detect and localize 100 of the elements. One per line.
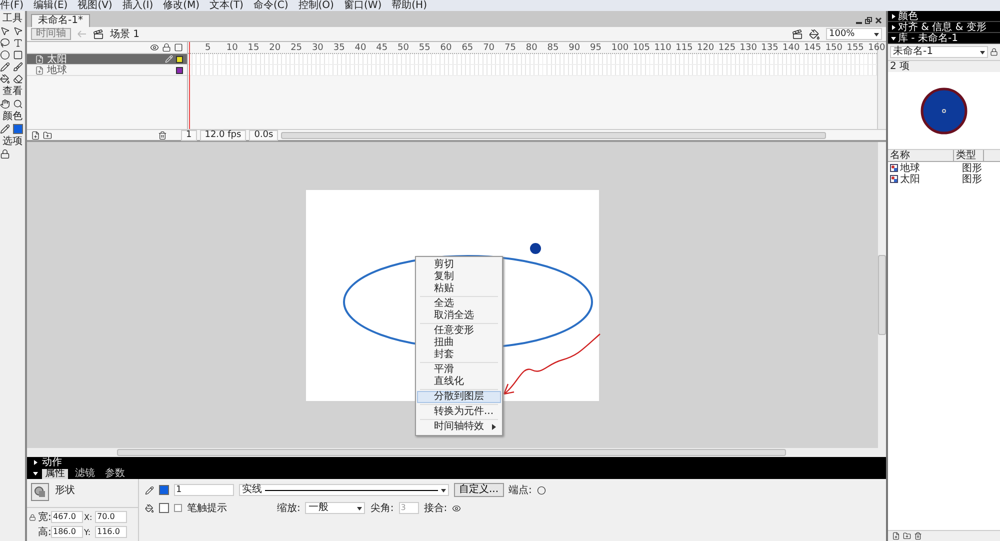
- add-folder-icon[interactable]: [43, 130, 52, 140]
- menu-item[interactable]: 修改(M): [163, 0, 200, 11]
- scale-dropdown[interactable]: 一般: [305, 502, 366, 514]
- rectangle-tool-icon[interactable]: [13, 50, 23, 60]
- stroke-color-swatch[interactable]: [159, 485, 169, 495]
- menu-item[interactable]: 封套: [417, 348, 501, 360]
- frame-number: 35: [333, 42, 346, 53]
- panel-title: 库 - 未命名-1: [898, 32, 958, 44]
- layer-icon[interactable]: [35, 66, 44, 74]
- zoom-tool-icon[interactable]: [13, 99, 23, 109]
- frame-number: 160: [868, 42, 886, 53]
- pencil-tool-icon[interactable]: [0, 62, 10, 72]
- timeline-button[interactable]: 时间轴: [31, 28, 71, 40]
- outline-icon[interactable]: [174, 43, 183, 52]
- restore-icon[interactable]: [865, 17, 872, 24]
- menu-item[interactable]: 直线化: [417, 376, 501, 388]
- close-icon[interactable]: [875, 17, 882, 24]
- new-folder-icon[interactable]: [903, 532, 911, 540]
- stroke-icon[interactable]: [145, 486, 154, 494]
- lock-icon[interactable]: [29, 514, 36, 520]
- frame-number: 30: [312, 42, 324, 53]
- panel-header[interactable]: 对齐 & 信息 & 变形: [888, 22, 1000, 33]
- document-tab[interactable]: 未命名-1*: [31, 14, 90, 27]
- stroke-color-icon[interactable]: [0, 124, 10, 134]
- panel-header[interactable]: 动作: [27, 457, 886, 468]
- layer-row[interactable]: 太阳: [27, 54, 187, 65]
- symbol-preview-drawing: [920, 86, 968, 134]
- panel-tab[interactable]: 滤镜: [72, 468, 98, 478]
- custom-button[interactable]: 自定义...: [454, 483, 504, 497]
- menu-item[interactable]: 插入(I): [122, 0, 154, 11]
- menu-item[interactable]: 分散到图层: [417, 390, 501, 402]
- layer-row[interactable]: 地球: [27, 65, 187, 76]
- panel-header[interactable]: 库 - 未命名-1: [888, 33, 1000, 44]
- scene-icon[interactable]: [93, 28, 104, 40]
- fill-color-swatch[interactable]: [13, 124, 23, 134]
- panel-tab[interactable]: 参数: [102, 468, 128, 478]
- oval-tool-icon[interactable]: [0, 50, 10, 60]
- width-label: 宽:: [38, 510, 50, 524]
- lock-icon[interactable]: [162, 43, 171, 52]
- item-type: 图形: [962, 172, 982, 186]
- edit-scene-icon[interactable]: [792, 28, 803, 40]
- panel-header[interactable]: 颜色: [888, 11, 1000, 22]
- menu-item[interactable]: 粘贴: [417, 282, 501, 294]
- menu-item[interactable]: 编辑(E): [34, 0, 68, 11]
- add-layer-icon[interactable]: [31, 130, 40, 140]
- fill-icon[interactable]: [145, 504, 154, 512]
- menu-item[interactable]: 取消全选: [417, 310, 501, 322]
- new-symbol-icon[interactable]: [892, 532, 900, 540]
- graphic-symbol-icon: [890, 164, 898, 172]
- menu-item[interactable]: 件(F): [0, 0, 24, 11]
- x-field[interactable]: 70.0: [95, 511, 127, 523]
- eraser-tool-icon[interactable]: [13, 74, 23, 84]
- frame-number: 20: [269, 42, 282, 53]
- library-item[interactable]: 地球 图形: [888, 162, 1000, 173]
- brush-tool-icon[interactable]: [13, 62, 23, 72]
- scrollbar[interactable]: [27, 448, 886, 457]
- menu-item[interactable]: 视图(V): [78, 0, 112, 11]
- delete-icon[interactable]: [158, 130, 167, 140]
- checkbox[interactable]: [174, 504, 182, 512]
- stroke-height-field[interactable]: 1: [174, 484, 234, 496]
- frame-number: 45: [376, 42, 389, 53]
- scene-label[interactable]: 场景 1: [110, 27, 140, 41]
- caret-icon: [357, 506, 362, 510]
- width-field[interactable]: 467.0: [51, 511, 83, 523]
- subselect-tool-icon[interactable]: [13, 26, 23, 36]
- text-tool-icon[interactable]: [13, 38, 23, 48]
- menu-item[interactable]: 剪切: [417, 258, 501, 270]
- menu-item[interactable]: 时间轴特效: [417, 420, 501, 432]
- menu-item[interactable]: 转换为元件...: [417, 406, 501, 418]
- library-dropdown[interactable]: 未命名-1: [890, 46, 988, 58]
- panel-title: 对齐 & 信息 & 变形: [898, 22, 986, 32]
- pencil-icon[interactable]: [165, 55, 173, 63]
- bucket-tool-icon[interactable]: [0, 74, 10, 84]
- lasso-tool-icon[interactable]: [0, 38, 10, 48]
- menu-item[interactable]: 任意变形: [417, 324, 501, 336]
- menu-item[interactable]: 复制: [417, 270, 501, 282]
- frame-rate: 12.0 fps: [200, 130, 246, 140]
- y-field[interactable]: 116.0: [95, 526, 127, 538]
- library-item[interactable]: 太阳 图形: [888, 173, 1000, 184]
- scale-label: 缩放:: [277, 502, 300, 515]
- menu-item[interactable]: 帮助(H): [392, 0, 427, 11]
- scrollbar[interactable]: [281, 132, 826, 138]
- item-count: 2 项: [888, 60, 1000, 72]
- delete-icon[interactable]: [914, 532, 922, 540]
- height-field[interactable]: 186.0: [51, 526, 83, 538]
- zoom-dropdown[interactable]: 100%: [826, 28, 882, 40]
- arrow-tool-icon[interactable]: [0, 26, 10, 36]
- menu-item[interactable]: 平滑: [417, 364, 501, 376]
- frame-number: 125: [718, 42, 737, 53]
- eye-icon[interactable]: [150, 43, 159, 52]
- scrollbar[interactable]: [878, 142, 886, 448]
- hand-tool-icon[interactable]: [0, 99, 10, 109]
- column-header[interactable]: 类型: [954, 150, 984, 161]
- menu-item[interactable]: 扭曲: [417, 336, 501, 348]
- stroke-style-dropdown[interactable]: 实线: [239, 484, 449, 496]
- miter-label: 尖角:: [370, 502, 394, 515]
- menu-item[interactable]: 命令(C): [253, 0, 288, 11]
- menu-item[interactable]: 控制(O): [298, 0, 334, 11]
- fill-color-swatch[interactable]: [159, 503, 169, 513]
- menu-item[interactable]: 全选: [417, 298, 501, 310]
